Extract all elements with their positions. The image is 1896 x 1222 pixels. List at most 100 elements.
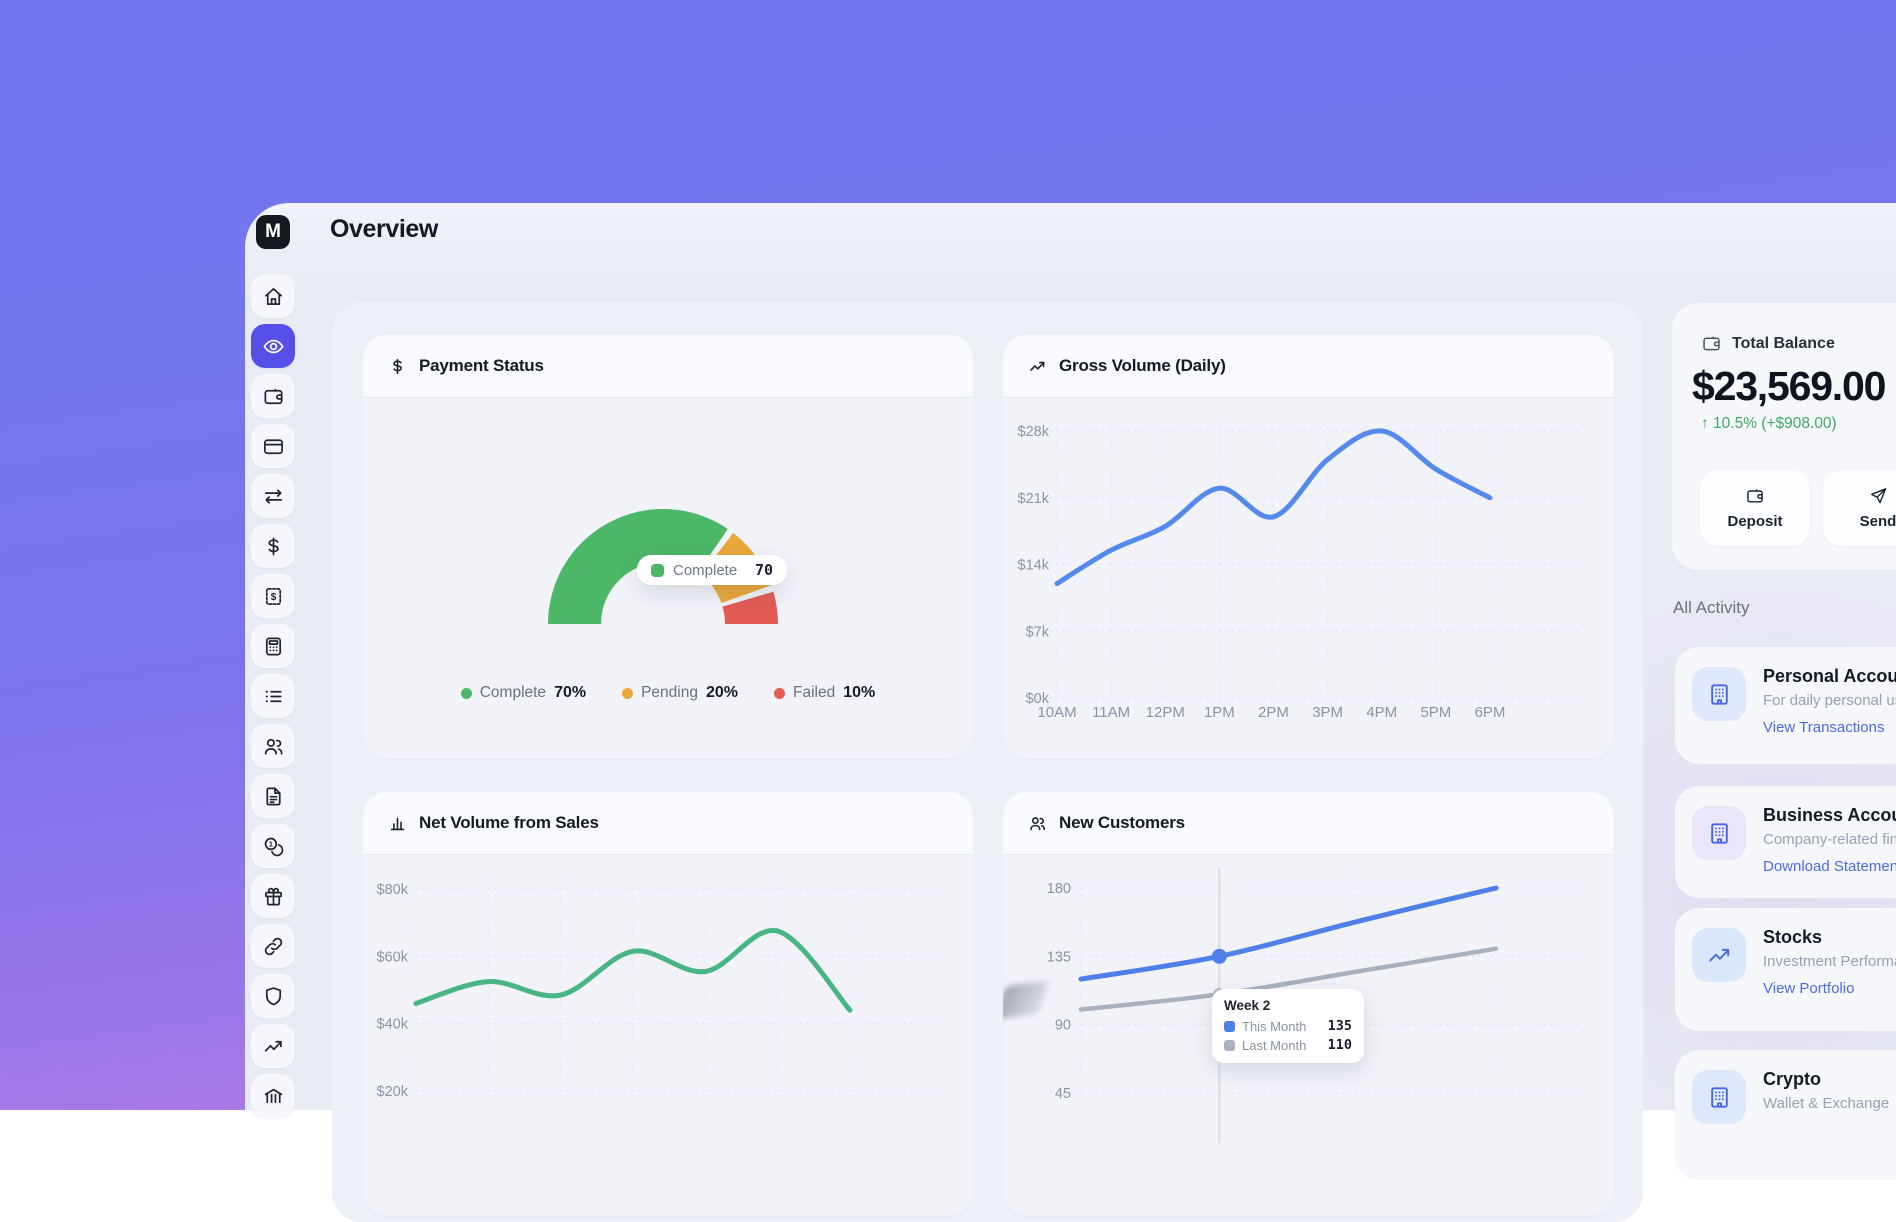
deposit-button[interactable]: Deposit [1700,470,1810,546]
building-icon [1692,1070,1746,1124]
sidebar-item-security[interactable] [251,974,295,1018]
gauge-legend: Complete70% Pending20% Failed 10% [363,684,973,702]
trend-icon [1692,928,1746,982]
wallet-icon [262,385,285,408]
legend-item: Failed 10% [774,684,875,702]
card-body: 1801359045 Week 2 This Month135Last Mont… [1003,855,1614,1216]
activity-card-business-account[interactable]: Business Account Company-related finances… [1675,786,1896,898]
svg-text:135: 135 [1047,949,1071,965]
week-tooltip: Week 2 This Month135 Last Month110 [1212,989,1364,1063]
activity-card-personal-account[interactable]: Personal AccountFor daily personal useVi… [1675,647,1896,764]
trending-up-icon [1028,357,1047,376]
card-body: $0k$7k$14k$21k$28k10AM11AM12PM1PM2PM3PM4… [1003,398,1614,759]
sidebar-item-rewards[interactable] [251,874,295,918]
activity-title: Stocks [1763,927,1822,948]
sidebar-item-invoices[interactable]: $ [251,574,295,618]
card-title: Gross Volume (Daily) [1059,356,1226,376]
sidebar-item-payments[interactable] [251,524,295,568]
tooltip-value: 70 [755,561,773,579]
card-header: Payment Status [363,335,973,398]
gross-volume-line-chart: $0k$7k$14k$21k$28k10AM11AM12PM1PM2PM3PM4… [1003,398,1614,759]
legend-label: Failed [793,684,835,702]
legend-value: 70% [554,684,586,702]
gift-icon [262,885,285,908]
sidebar-item-coins[interactable]: 1 [251,824,295,868]
card-new-customers: New Customers 1801359045 Week 2 This Mon… [1003,792,1614,1216]
all-activity-heading: All Activity [1673,598,1750,618]
users-icon [1028,814,1047,833]
tooltip-row: This Month135 [1224,1018,1352,1034]
svg-text:90: 90 [1055,1018,1071,1034]
action-label: Deposit [1727,513,1782,530]
card-title: Payment Status [419,356,544,376]
app-logo[interactable]: M [256,215,290,249]
svg-text:$60k: $60k [377,949,409,965]
card-header: New Customers [1003,792,1614,855]
legend-item: Complete70% [461,684,586,702]
dashboard-panel: M Overview $1 Payment Status Complete 70… [245,203,1896,1110]
legend-value: 10% [843,684,875,702]
card-title: New Customers [1059,813,1185,833]
tooltip-row: Last Month110 [1224,1037,1352,1053]
balance-actions: Deposit Send [1700,470,1896,546]
activity-link[interactable]: View Portfolio [1763,980,1854,997]
sidebar-item-links[interactable] [251,924,295,968]
activity-link[interactable]: Download Statement [1763,858,1896,875]
svg-text:$40k: $40k [377,1017,409,1033]
sidebar-item-home[interactable] [251,274,295,318]
tooltip-title: Week 2 [1224,998,1352,1013]
activity-subtitle: Investment Performance [1763,953,1896,970]
sidebar-item-transactions[interactable] [251,674,295,718]
svg-text:6PM: 6PM [1475,704,1506,721]
svg-text:2PM: 2PM [1258,704,1289,721]
svg-text:$20k: $20k [377,1084,409,1100]
svg-text:1PM: 1PM [1204,704,1235,721]
card-net-volume: Net Volume from Sales $80k $60k $40k $20k [363,792,973,1216]
page-title: Overview [330,215,438,244]
coins-icon: 1 [262,835,285,858]
sidebar-item-analytics[interactable] [251,1024,295,1068]
svg-text:$80k: $80k [377,882,409,898]
sidebar-item-calculator[interactable] [251,624,295,668]
activity-subtitle: Company-related finances [1763,831,1896,848]
desktop-background: M Overview $1 Payment Status Complete 70… [0,0,1896,1110]
svg-text:11AM: 11AM [1092,704,1130,721]
legend-dot [622,688,633,699]
activity-title: Business Account [1763,805,1896,826]
total-balance-row: Total Balance [1701,333,1835,354]
svg-text:180: 180 [1047,881,1071,897]
activity-subtitle: Wallet & Exchange [1763,1095,1889,1112]
activity-subtitle: For daily personal use [1763,692,1896,709]
svg-text:$14k: $14k [1018,558,1050,574]
sidebar-item-customers[interactable] [251,724,295,768]
activity-card-crypto[interactable]: CryptoWallet & Exchange [1675,1050,1896,1180]
sidebar-item-wallet[interactable] [251,374,295,418]
svg-text:12PM: 12PM [1146,704,1185,721]
send-button[interactable]: Send [1823,470,1896,546]
shield-icon [262,985,285,1008]
legend-dot [774,688,785,699]
sidebar-item-bank[interactable] [251,1074,295,1118]
sidebar-item-documents[interactable] [251,774,295,818]
sidebar-item-transfers[interactable] [251,474,295,518]
total-balance-label: Total Balance [1732,335,1835,353]
card-body: Complete 70 Complete70%Pending20%Failed1… [363,398,973,759]
building-icon [1692,806,1746,860]
trend-icon [262,1035,285,1058]
svg-text:$28k: $28k [1018,424,1050,440]
card-gross-volume: Gross Volume (Daily) $0k$7k$14k$21k$28k1… [1003,335,1614,759]
sidebar-item-overview[interactable] [251,324,295,368]
receipt-icon: $ [262,585,285,608]
eye-icon [262,335,285,358]
svg-text:5PM: 5PM [1420,704,1451,721]
legend-label: Pending [641,684,698,702]
card-header: Net Volume from Sales [363,792,973,855]
building-icon [1692,667,1746,721]
home-icon [262,285,285,308]
legend-item: Pending20% [622,684,738,702]
activity-link[interactable]: View Transactions [1763,719,1884,736]
sidebar-item-cards[interactable] [251,424,295,468]
activity-card-stocks[interactable]: Stocks Investment Performance View Portfol… [1675,908,1896,1031]
svg-text:10AM: 10AM [1037,704,1076,721]
list-icon [262,685,285,708]
